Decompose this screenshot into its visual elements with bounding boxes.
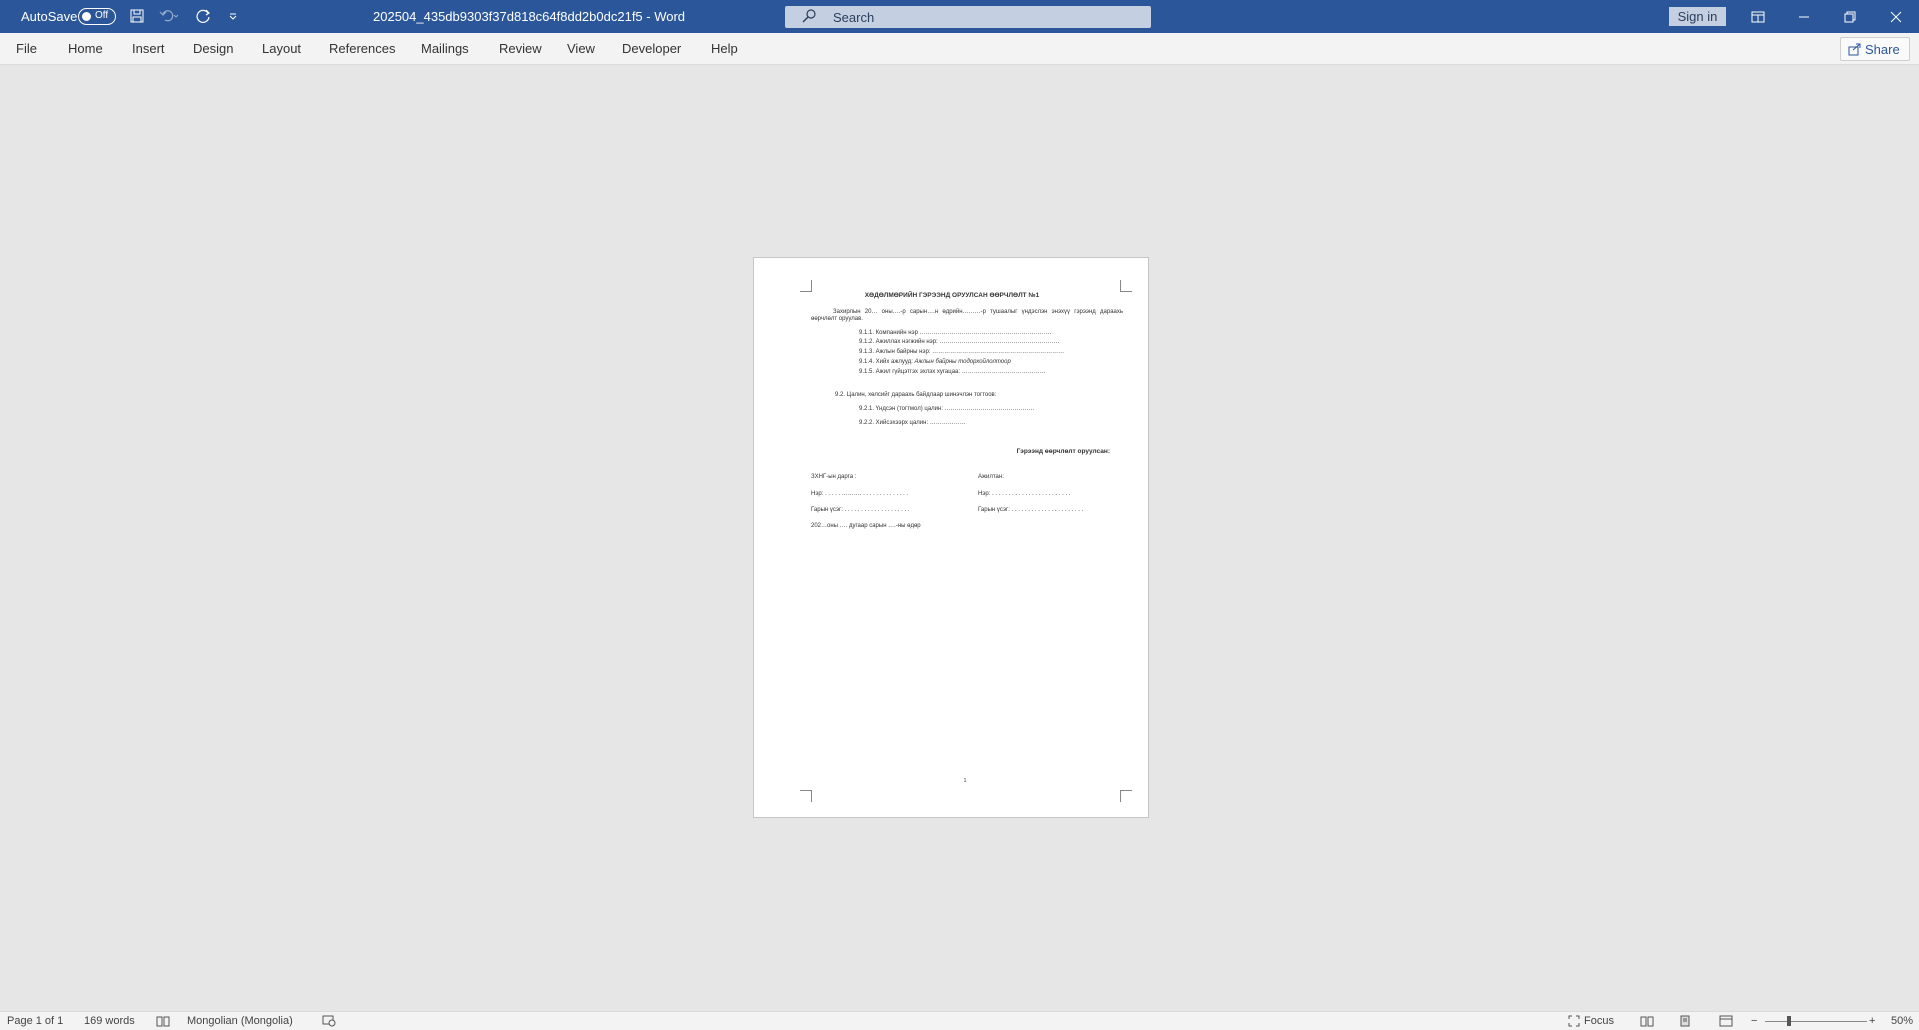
margin-corner — [1120, 280, 1132, 292]
tab-review[interactable]: Review — [499, 41, 542, 56]
right-signer-name: Нэр: . . . . . . . . . . . . . . . . . .… — [978, 491, 1071, 497]
tab-mailings[interactable]: Mailings — [421, 41, 469, 56]
search-placeholder: Search — [833, 10, 875, 25]
tab-references[interactable]: References — [329, 41, 395, 56]
ribbon-tabs: File Home Insert Design Layout Reference… — [0, 33, 1919, 65]
language-indicator[interactable]: Mongolian (Mongolia) — [187, 1015, 293, 1027]
zoom-slider-thumb[interactable] — [1787, 1016, 1791, 1026]
margin-corner — [800, 280, 812, 292]
undo-icon[interactable] — [157, 7, 181, 25]
list-item: 9.1.5. Ажил гүйцэтгэх эхлэх хугацаа: ………… — [859, 369, 1046, 375]
read-mode-icon[interactable] — [1640, 1015, 1654, 1030]
status-bar: Page 1 of 1 169 words Mongolian (Mongoli… — [0, 1011, 1919, 1030]
margin-corner — [800, 790, 812, 802]
toggle-knob — [82, 12, 91, 21]
close-icon[interactable] — [1873, 0, 1919, 33]
date-line: 202…оны …. дугаар сарын ….-ны өдөр — [811, 523, 921, 529]
ribbon-display-options-icon[interactable] — [1735, 0, 1781, 33]
title-bar: AutoSave Off 202504_435db9303f37d818c64f… — [0, 0, 1919, 33]
page-number: 1 — [963, 778, 967, 784]
list-item-prefix: 9.1.4. Хийх ажлууд: — [859, 359, 913, 365]
document-title: 202504_435db9303f37d818c64f8dd2b0dc21f5 … — [373, 9, 686, 24]
right-signer-title: Ажилтан: — [978, 474, 1004, 480]
focus-icon[interactable] — [1568, 1015, 1580, 1030]
list-item: 9.2.2. Хийсэхээрх цалин: ……………… — [859, 420, 966, 426]
signatures-heading: Гэрээнд өөрчлөлт оруулсан: — [754, 448, 1110, 455]
word-count[interactable]: 169 words — [84, 1015, 135, 1027]
autosave-label: AutoSave — [21, 9, 78, 24]
share-icon — [1848, 42, 1862, 59]
tab-file[interactable]: File — [16, 41, 37, 56]
list-item: 9.1.2. Ажиллах нэгжийн нэр: ………………………………… — [859, 339, 1060, 345]
zoom-level[interactable]: 50% — [1891, 1015, 1913, 1027]
left-signer-name: Нэр: . . . . . ………. . . . . . . . . . . … — [811, 491, 909, 497]
page-count[interactable]: Page 1 of 1 — [7, 1015, 63, 1027]
section-heading: 9.2. Цалин, хөлсийг дараахь байдлаар шин… — [835, 392, 997, 398]
list-item: 9.1.1. Компанийн нэр …………………………………………………… — [859, 330, 1052, 336]
share-button[interactable]: Share — [1840, 37, 1910, 61]
list-item: 9.1.4. Хийх ажлууд: Ажлын байрны тодорхо… — [859, 359, 1011, 366]
focus-label[interactable]: Focus — [1584, 1015, 1614, 1027]
tab-insert[interactable]: Insert — [132, 41, 165, 56]
zoom-out-button[interactable]: − — [1751, 1015, 1757, 1027]
list-item: 9.2.1. Үндсэн (тогтмол) цалин: ………………………… — [859, 406, 1035, 412]
minimize-icon[interactable] — [1781, 0, 1827, 33]
left-signer-title: ЗХНГ-ын дарга : — [811, 474, 857, 480]
tab-developer[interactable]: Developer — [622, 41, 681, 56]
proofing-icon[interactable] — [156, 1015, 170, 1030]
list-item-italic: Ажлын байрны тодорхойлолтоор — [914, 359, 1011, 365]
tab-layout[interactable]: Layout — [262, 41, 301, 56]
save-icon[interactable] — [128, 7, 146, 25]
zoom-in-button[interactable]: + — [1869, 1015, 1875, 1027]
tab-home[interactable]: Home — [68, 41, 103, 56]
signatures-heading-text: Гэрээнд өөрчлөлт оруулсан: — [1016, 448, 1110, 455]
autosave-toggle[interactable]: Off — [78, 8, 116, 25]
right-signer-signature: Гарын үсэг: . . . . . . . . . . . . . . … — [978, 507, 1084, 513]
tab-help[interactable]: Help — [711, 41, 738, 56]
margin-corner — [1120, 790, 1132, 802]
tab-view[interactable]: View — [567, 41, 595, 56]
redo-icon[interactable] — [194, 7, 214, 25]
zoom-slider-track[interactable] — [1765, 1021, 1867, 1022]
print-layout-icon[interactable] — [1679, 1015, 1691, 1030]
left-signer-signature: Гарын үсэг: . . . . . . . . . . . . . . … — [811, 507, 910, 513]
tab-design[interactable]: Design — [193, 41, 233, 56]
customize-toolbar-icon[interactable] — [226, 7, 240, 25]
document-heading: ХӨДӨЛМӨРИЙН ГЭРЭЭНД ОРУУЛСАН ӨӨРЧЛӨЛТ №1 — [864, 292, 1040, 299]
accessibility-icon[interactable] — [322, 1015, 336, 1030]
intro-paragraph: Захирлын 20… оны….-р сарын….н өдрийн………-… — [811, 309, 1123, 322]
list-item: 9.1.3. Ажлын байрны нэр: ………………………………………… — [859, 349, 1065, 355]
search-input[interactable]: Search — [785, 6, 1151, 28]
share-label: Share — [1865, 42, 1900, 57]
sign-in-button[interactable]: Sign in — [1669, 7, 1726, 26]
document-page[interactable]: ХӨДӨЛМӨРИЙН ГЭРЭЭНД ОРУУЛСАН ӨӨРЧЛӨЛТ №1… — [753, 257, 1149, 818]
web-layout-icon[interactable] — [1719, 1015, 1733, 1030]
search-icon — [801, 9, 817, 26]
autosave-state: Off — [95, 10, 109, 21]
restore-icon[interactable] — [1827, 0, 1873, 33]
